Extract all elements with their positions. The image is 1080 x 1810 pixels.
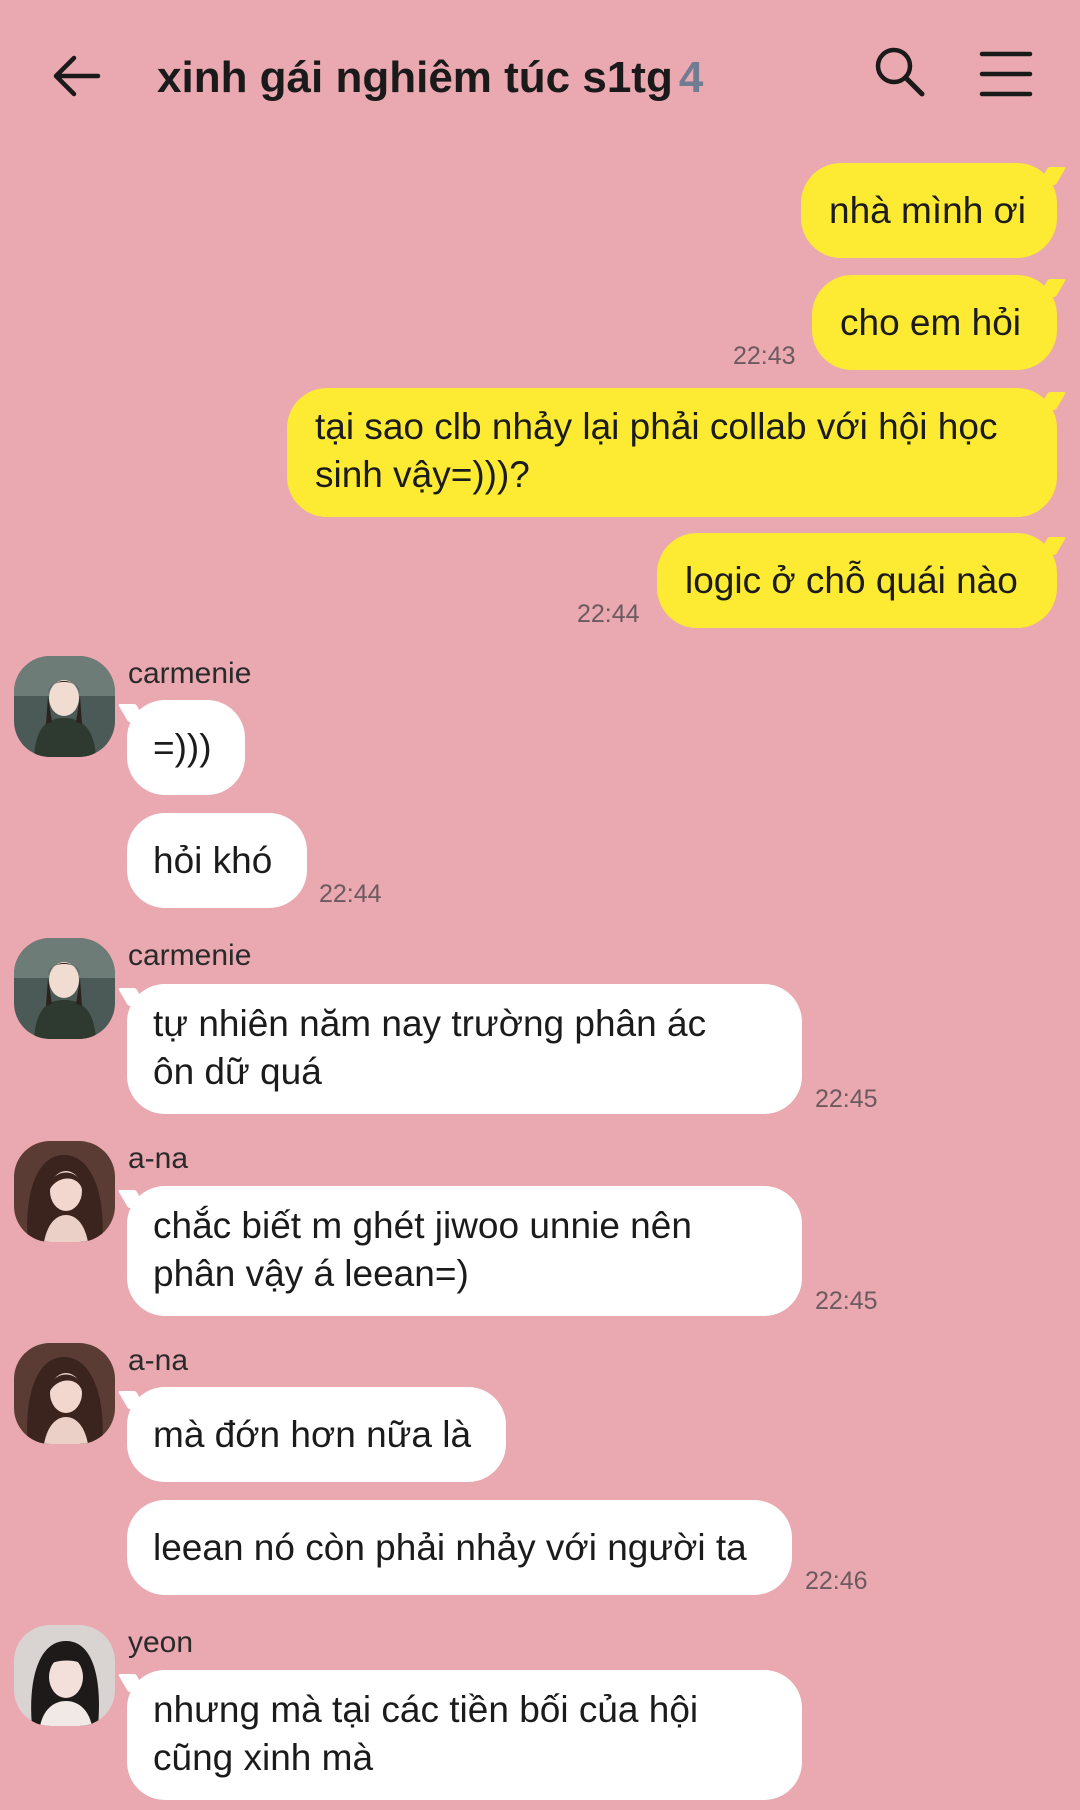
message-text: mà đớn hơn nữa là [153, 1413, 472, 1455]
message-line: tại sao clb nhảy lại phải collab với hội… [315, 406, 998, 447]
avatar-a-na[interactable] [14, 1343, 115, 1444]
member-count: 4 [678, 53, 704, 102]
message-timestamp: 22:46 [805, 1567, 868, 1595]
message-bubble-received[interactable]: hỏi khó [127, 813, 307, 908]
message-text: cho em hỏi [840, 301, 1021, 343]
message-line: phân vậy á leean=) [153, 1253, 469, 1294]
message-bubble-received[interactable]: leean nó còn phải nhảy với người ta [127, 1500, 792, 1595]
group-name: xinh gái nghiêm túc s1tg [157, 53, 673, 102]
chat-screen: xinh gái nghiêm túc s1tg 4 nhà mình ơi ch… [0, 0, 1080, 1810]
avatar-yeon[interactable] [14, 1625, 115, 1726]
message-bubble-sent[interactable]: nhà mình ơi [801, 163, 1057, 258]
avatar-carmenie[interactable] [14, 938, 115, 1039]
message-timestamp: 22:43 [733, 342, 796, 370]
message-line: chắc biết m ghét jiwoo unnie nên [153, 1205, 692, 1246]
message-bubble-received[interactable]: =))) [127, 700, 245, 795]
avatar-a-na[interactable] [14, 1141, 115, 1242]
back-arrow-icon[interactable] [48, 46, 104, 102]
message-text: nhà mình ơi [829, 189, 1027, 231]
message-text: =))) [153, 726, 212, 768]
sender-name: carmenie [128, 657, 252, 690]
sender-name: yeon [128, 1626, 194, 1659]
message-bubble-received[interactable]: nhưng mà tại các tiền bối của hội cũng x… [127, 1670, 802, 1800]
message-timestamp: 22:44 [577, 600, 640, 628]
sender-name: a-na [128, 1344, 189, 1377]
message-bubble-received[interactable]: mà đớn hơn nữa là [127, 1387, 506, 1482]
message-bubble-sent[interactable]: logic ở chỗ quái nào [657, 533, 1057, 628]
message-timestamp: 22:45 [815, 1287, 878, 1315]
sender-name: carmenie [128, 939, 252, 972]
message-line: nhưng mà tại các tiền bối của hội [153, 1689, 699, 1730]
message-bubble-received[interactable]: chắc biết m ghét jiwoo unnie nên phân vậ… [127, 1186, 802, 1316]
sender-name: a-na [128, 1142, 189, 1175]
message-line: ôn dữ quá [153, 1051, 322, 1092]
avatar-carmenie[interactable] [14, 656, 115, 757]
message-text: logic ở chỗ quái nào [685, 559, 1018, 601]
message-text: hỏi khó [153, 839, 273, 881]
message-line: tự nhiên năm nay trường phân ác [153, 1003, 707, 1044]
chat-header: xinh gái nghiêm túc s1tg 4 [0, 0, 1080, 150]
message-bubble-sent[interactable]: tại sao clb nhảy lại phải collab với hội… [287, 388, 1057, 517]
search-icon[interactable] [872, 44, 928, 100]
message-timestamp: 22:45 [815, 1085, 878, 1113]
message-line: cũng xinh mà [153, 1737, 374, 1778]
message-text: leean nó còn phải nhảy với người ta [153, 1526, 747, 1568]
hamburger-menu-icon[interactable] [978, 48, 1034, 100]
chat-title[interactable]: xinh gái nghiêm túc s1tg 4 [157, 45, 703, 111]
message-bubble-sent[interactable]: cho em hỏi [812, 275, 1057, 370]
message-timestamp: 22:44 [319, 880, 382, 908]
message-bubble-received[interactable]: tự nhiên năm nay trường phân ác ôn dữ qu… [127, 984, 802, 1114]
message-line: sinh vậy=)))? [315, 454, 530, 495]
